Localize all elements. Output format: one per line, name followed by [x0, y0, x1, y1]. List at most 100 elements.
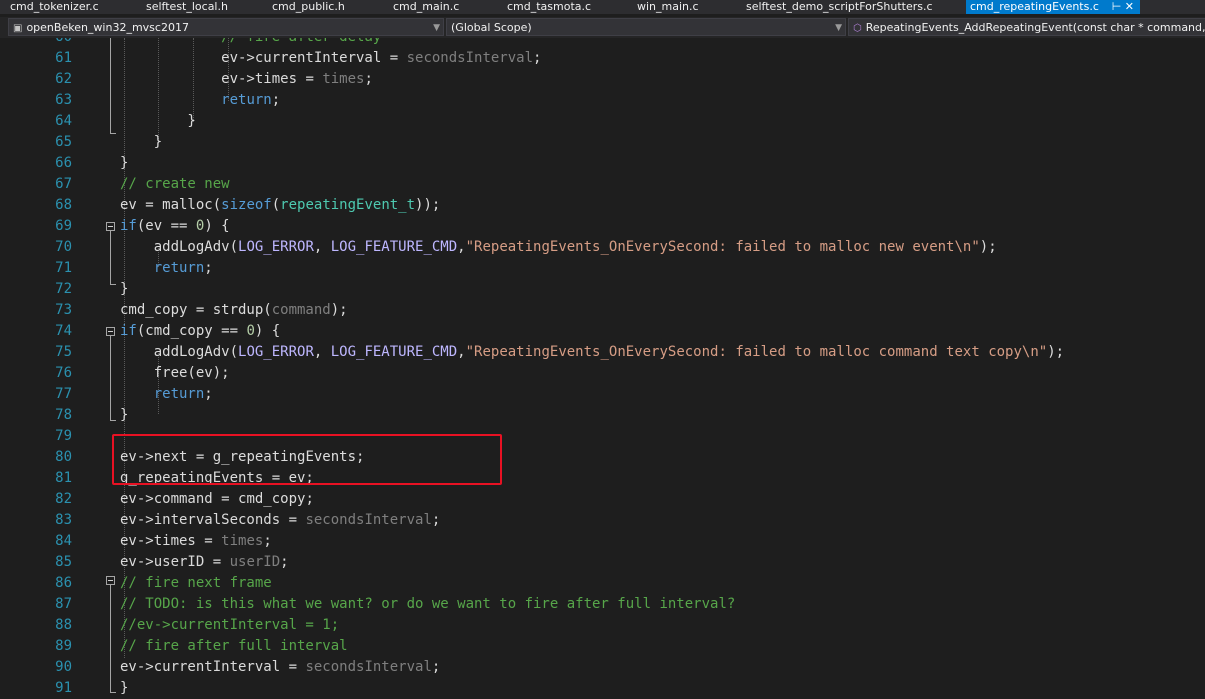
- code-text[interactable]: ev->currentInterval = secondsInterval;: [120, 657, 440, 678]
- tab-cmd-tasmota[interactable]: cmd_tasmota.c: [507, 0, 627, 14]
- highlight-box: [112, 434, 502, 485]
- line-number: 69: [55, 218, 72, 234]
- code-text[interactable]: // create new: [120, 174, 230, 195]
- chevron-down-icon: ▼: [835, 23, 842, 33]
- code-text[interactable]: }: [120, 678, 128, 699]
- line-number: 84: [55, 533, 72, 549]
- line-number: 68: [55, 197, 72, 213]
- code-line[interactable]: 64 }: [0, 111, 1205, 132]
- code-line[interactable]: 70 addLogAdv(LOG_ERROR, LOG_FEATURE_CMD,…: [0, 237, 1205, 258]
- tab-cmd-tokenizer[interactable]: cmd_tokenizer.c: [10, 0, 138, 14]
- line-number: 85: [55, 554, 72, 570]
- line-number: 89: [55, 638, 72, 654]
- code-line[interactable]: 67 // create new: [0, 174, 1205, 195]
- code-line[interactable]: 85 ev->userID = userID;: [0, 552, 1205, 573]
- code-text[interactable]: ev->times = times;: [120, 531, 272, 552]
- code-text[interactable]: }: [120, 132, 162, 153]
- tab-cmd-repeating-events[interactable]: cmd_repeatingEvents.c ⊢ ✕: [966, 0, 1140, 14]
- code-line[interactable]: 71 return;: [0, 258, 1205, 279]
- code-line[interactable]: 74 if(cmd_copy == 0) {: [0, 321, 1205, 342]
- line-number: 83: [55, 512, 72, 528]
- line-number: 86: [55, 575, 72, 591]
- code-text[interactable]: addLogAdv(LOG_ERROR, LOG_FEATURE_CMD,"Re…: [120, 237, 997, 258]
- code-text[interactable]: ev->intervalSeconds = secondsInterval;: [120, 510, 440, 531]
- code-line[interactable]: 68 ev = malloc(sizeof(repeatingEvent_t));: [0, 195, 1205, 216]
- code-text[interactable]: // fire next frame: [120, 573, 272, 594]
- project-name: openBeken_win32_mvsc2017: [26, 21, 189, 34]
- code-line[interactable]: 82 ev->command = cmd_copy;: [0, 489, 1205, 510]
- code-line[interactable]: 60 // fire after delay: [0, 38, 1205, 48]
- tab-selftest-demo-script-for-shutters[interactable]: selftest_demo_scriptForShutters.c: [746, 0, 960, 14]
- code-line[interactable]: 76 free(ev);: [0, 363, 1205, 384]
- line-number: 81: [55, 470, 72, 486]
- code-line[interactable]: 86 // fire next frame: [0, 573, 1205, 594]
- code-text[interactable]: // TODO: is this what we want? or do we …: [120, 594, 735, 615]
- code-line[interactable]: 73 cmd_copy = strdup(command);: [0, 300, 1205, 321]
- code-text[interactable]: ev->command = cmd_copy;: [120, 489, 314, 510]
- code-line[interactable]: 65 }: [0, 132, 1205, 153]
- tab-label: cmd_tasmota.c: [507, 0, 592, 13]
- line-number: 73: [55, 302, 72, 318]
- code-line[interactable]: 63 return;: [0, 90, 1205, 111]
- tab-win-main[interactable]: win_main.c: [637, 0, 737, 14]
- tab-label: win_main.c: [637, 0, 699, 13]
- line-number: 66: [55, 155, 72, 171]
- code-line[interactable]: 87 // TODO: is this what we want? or do w…: [0, 594, 1205, 615]
- code-text[interactable]: }: [120, 111, 195, 132]
- code-text[interactable]: ev->times = times;: [120, 69, 373, 90]
- tab-cmd-main[interactable]: cmd_main.c: [393, 0, 499, 14]
- code-text[interactable]: if(ev == 0) {: [120, 216, 230, 237]
- c-file-icon: ▣: [13, 23, 23, 34]
- code-line[interactable]: 62 ev->times = times;: [0, 69, 1205, 90]
- code-text[interactable]: }: [120, 153, 128, 174]
- code-line[interactable]: 89 // fire after full interval: [0, 636, 1205, 657]
- code-text[interactable]: }: [120, 279, 128, 300]
- code-text[interactable]: //ev->currentInterval = 1;: [120, 615, 339, 636]
- line-number: 67: [55, 176, 72, 192]
- code-text[interactable]: addLogAdv(LOG_ERROR, LOG_FEATURE_CMD,"Re…: [120, 342, 1064, 363]
- line-number: 72: [55, 281, 72, 297]
- code-text[interactable]: ev = malloc(sizeof(repeatingEvent_t));: [120, 195, 440, 216]
- code-line[interactable]: 69 if(ev == 0) {: [0, 216, 1205, 237]
- code-line[interactable]: 66}: [0, 153, 1205, 174]
- code-text[interactable]: free(ev);: [120, 363, 230, 384]
- pin-icon[interactable]: ⊢: [1112, 0, 1122, 13]
- tab-selftest-local[interactable]: selftest_local.h: [146, 0, 264, 14]
- code-line[interactable]: 75 addLogAdv(LOG_ERROR, LOG_FEATURE_CMD,…: [0, 342, 1205, 363]
- tab-label: selftest_local.h: [146, 0, 228, 13]
- code-line[interactable]: 90 ev->currentInterval = secondsInterval;: [0, 657, 1205, 678]
- code-text[interactable]: return;: [120, 90, 280, 111]
- code-text[interactable]: // fire after full interval: [120, 636, 348, 657]
- project-dropdown[interactable]: ▣ openBeken_win32_mvsc2017 ▼: [8, 18, 444, 36]
- code-line[interactable]: 91}: [0, 678, 1205, 699]
- line-number: 61: [55, 50, 72, 66]
- document-tab-bar: cmd_tokenizer.c selftest_local.h cmd_pub…: [0, 0, 1205, 14]
- code-text[interactable]: // fire after delay: [120, 38, 381, 48]
- scope-dropdown[interactable]: (Global Scope) ▼: [446, 18, 846, 36]
- code-line[interactable]: 83 ev->intervalSeconds = secondsInterval;: [0, 510, 1205, 531]
- code-text[interactable]: }: [120, 405, 128, 426]
- code-line[interactable]: 61 ev->currentInterval = secondsInterval…: [0, 48, 1205, 69]
- member-dropdown[interactable]: ⬡ RepeatingEvents_AddRepeatingEvent(const…: [848, 18, 1205, 36]
- code-text[interactable]: cmd_copy = strdup(command);: [120, 300, 348, 321]
- code-line[interactable]: 77 return;: [0, 384, 1205, 405]
- code-line[interactable]: 72}: [0, 279, 1205, 300]
- scope-name: (Global Scope): [451, 21, 532, 34]
- tab-label: cmd_tokenizer.c: [10, 0, 99, 13]
- line-number: 62: [55, 71, 72, 87]
- line-number: 75: [55, 344, 72, 360]
- code-line[interactable]: 88 //ev->currentInterval = 1;: [0, 615, 1205, 636]
- code-editor[interactable]: 60 // fire after delay61 ev->currentInte…: [0, 38, 1205, 699]
- code-line[interactable]: 78}: [0, 405, 1205, 426]
- code-text[interactable]: return;: [120, 258, 213, 279]
- close-icon[interactable]: ✕: [1125, 0, 1134, 13]
- code-text[interactable]: ev->currentInterval = secondsInterval;: [120, 48, 541, 69]
- line-number: 79: [55, 428, 72, 444]
- code-text[interactable]: return;: [120, 384, 213, 405]
- code-text[interactable]: ev->userID = userID;: [120, 552, 289, 573]
- chevron-down-icon: ▼: [433, 23, 440, 33]
- line-number: 76: [55, 365, 72, 381]
- tab-cmd-public[interactable]: cmd_public.h: [272, 0, 384, 14]
- code-text[interactable]: if(cmd_copy == 0) {: [120, 321, 280, 342]
- code-line[interactable]: 84 ev->times = times;: [0, 531, 1205, 552]
